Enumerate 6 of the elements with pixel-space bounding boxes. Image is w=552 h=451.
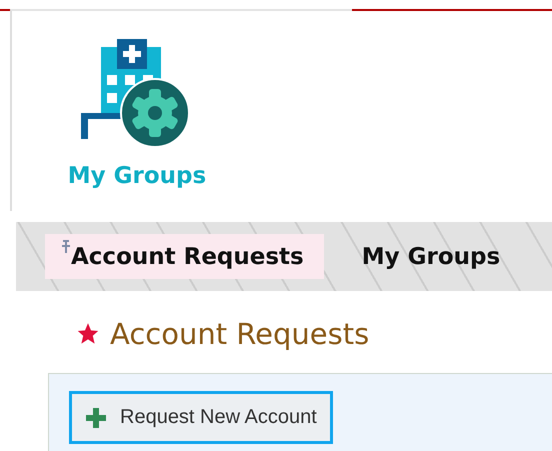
request-account-button[interactable]: Request New Account xyxy=(69,391,333,444)
pin-icon[interactable] xyxy=(61,240,71,254)
tab[interactable]: My Groups xyxy=(346,234,520,279)
tab[interactable]: Account Requests xyxy=(45,234,324,279)
page-title: Account Requests xyxy=(110,317,370,351)
plus-icon xyxy=(86,408,106,428)
